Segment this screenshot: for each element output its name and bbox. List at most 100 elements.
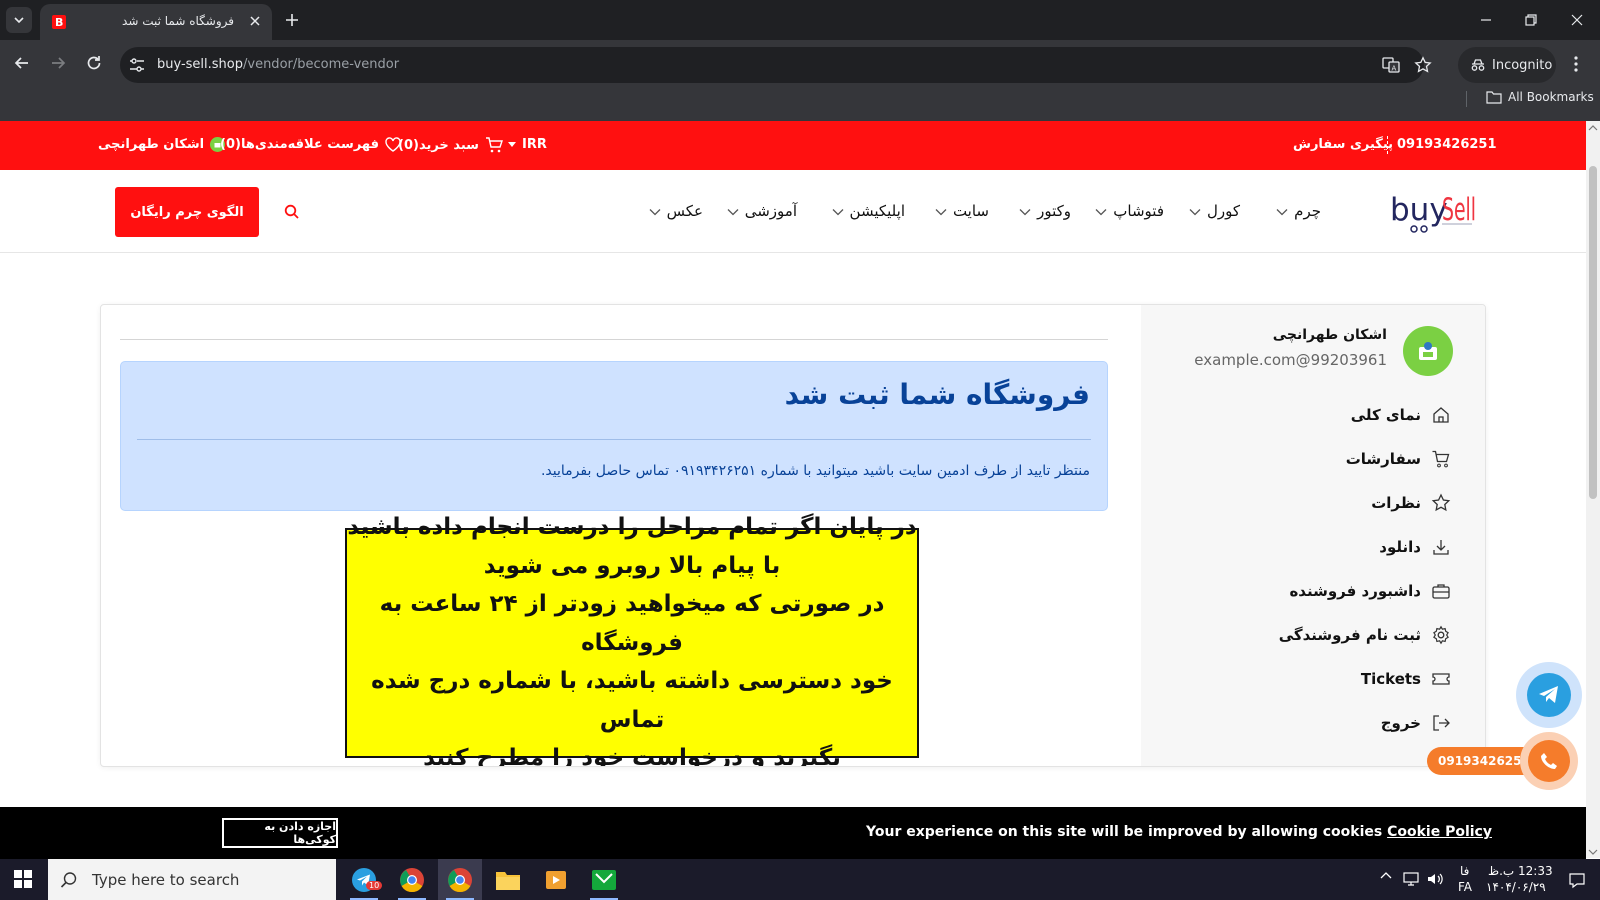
telegram-badge: 10 bbox=[366, 881, 383, 890]
currency-label: IRR bbox=[522, 137, 547, 152]
telegram-button-inner bbox=[1527, 673, 1571, 717]
cookie-policy-link[interactable]: Cookie Policy bbox=[1387, 824, 1492, 840]
telegram-button[interactable] bbox=[1516, 662, 1582, 728]
nav-item-education[interactable]: آموزشی bbox=[727, 202, 797, 220]
incognito-indicator[interactable]: Incognito bbox=[1458, 47, 1556, 83]
nav-item-photoshop[interactable]: فتوشاپ bbox=[1095, 202, 1164, 220]
note-line: خود دسترسی داشته باشید، با شماره درج شده… bbox=[371, 668, 893, 733]
gear-icon bbox=[1433, 625, 1449, 645]
sidebar-item-label: Tickets bbox=[1360, 670, 1421, 688]
chrome-icon bbox=[400, 867, 424, 892]
sidebar-item-label: داشبورد فروشنده bbox=[1289, 582, 1421, 600]
forward-icon[interactable] bbox=[48, 53, 68, 73]
sidebar-item-vendor-dashboard[interactable]: داشبورد فروشنده bbox=[1289, 581, 1451, 601]
chevron-down-icon bbox=[1019, 209, 1031, 216]
taskbar-media-player[interactable] bbox=[534, 859, 578, 900]
nav-item-corel[interactable]: کورل bbox=[1189, 202, 1240, 220]
cart-icon bbox=[485, 137, 503, 153]
site-header: buy Sell چرم کورل فتوشاپ وکتور سایت اپلی… bbox=[0, 170, 1600, 253]
windows-start-icon[interactable] bbox=[14, 870, 32, 888]
sidebar-item-label: نظرات bbox=[1371, 494, 1421, 512]
incognito-icon bbox=[1471, 59, 1485, 71]
nav-label: فتوشاپ bbox=[1113, 202, 1164, 220]
nav-item-leather[interactable]: چرم bbox=[1276, 202, 1321, 220]
note-line: با پیام بالا روبرو می شوید bbox=[483, 552, 781, 579]
call-button[interactable] bbox=[1520, 732, 1578, 790]
browser-toolbar: buy-sell.shop/vendor/become-vendor A Inc… bbox=[0, 40, 1600, 126]
scrollbar-thumb[interactable] bbox=[1589, 166, 1597, 499]
back-icon[interactable] bbox=[12, 53, 32, 73]
success-alert: فروشگاه شما ثبت شد منتظر تایید از طرف اد… bbox=[120, 361, 1108, 511]
taskbar-search[interactable]: Type here to search bbox=[48, 859, 336, 900]
sidebar-item-downloads[interactable]: دانلود bbox=[1379, 537, 1451, 557]
scroll-up-icon[interactable] bbox=[1588, 124, 1598, 132]
sidebar-item-overview[interactable]: نمای کلی bbox=[1351, 405, 1451, 425]
nav-item-website[interactable]: سایت bbox=[935, 202, 989, 220]
note-line: بگیرید و درخواست خود را مطرح کنید bbox=[423, 745, 841, 767]
close-tab-icon[interactable] bbox=[248, 14, 262, 28]
scroll-down-icon[interactable] bbox=[1588, 848, 1598, 856]
topbar-user[interactable]: اشکان طهرانچی bbox=[98, 137, 226, 152]
tab-search-button[interactable] bbox=[6, 7, 32, 33]
taskbar-green-app[interactable] bbox=[582, 859, 626, 900]
download-icon bbox=[1433, 540, 1449, 555]
sidebar-item-label: سفارشات bbox=[1345, 450, 1421, 468]
sidebar-item-label: خروج bbox=[1380, 714, 1421, 732]
bookmarks-separator bbox=[1466, 91, 1467, 107]
cart-link[interactable]: سبد خرید(0) bbox=[398, 137, 503, 153]
clock-date[interactable]: ۱۴۰۴/۰۶/۲۹ bbox=[1486, 880, 1546, 894]
language-indicator[interactable]: FA bbox=[1458, 880, 1472, 894]
taskbar-telegram[interactable]: 10 bbox=[342, 859, 386, 900]
nav-label: آموزشی bbox=[744, 202, 797, 220]
restore-icon[interactable] bbox=[1523, 12, 1539, 28]
telegram-icon bbox=[1539, 686, 1558, 703]
cookie-text: Your experience on this site will be imp… bbox=[866, 824, 1492, 840]
chevron-down-icon bbox=[1095, 209, 1107, 216]
currency-switcher[interactable]: IRR bbox=[508, 137, 547, 152]
nav-item-vector[interactable]: وکتور bbox=[1019, 202, 1071, 220]
bookmark-star-icon[interactable] bbox=[1414, 56, 1432, 74]
language-indicator-persian[interactable]: فا bbox=[1460, 864, 1469, 878]
taskbar-chrome-profile[interactable] bbox=[390, 859, 434, 900]
free-leather-pattern-button[interactable]: الگوی چرم رایگان bbox=[115, 187, 259, 237]
minimize-icon[interactable] bbox=[1478, 12, 1494, 28]
tray-chevron-up-icon[interactable] bbox=[1380, 871, 1392, 881]
browser-tab[interactable]: B فروشگاه شما ثبت شد bbox=[40, 4, 272, 40]
notification-center-icon[interactable] bbox=[1568, 871, 1586, 889]
allow-cookies-button[interactable]: اجازه دادن به کوکی‌ها bbox=[222, 818, 338, 848]
sidebar-item-logout[interactable]: خروج bbox=[1381, 713, 1451, 733]
site-logo[interactable]: buy Sell bbox=[1390, 190, 1476, 234]
wishlist-link[interactable]: فهرست علاقه‌مندی‌ها(0) bbox=[220, 137, 401, 152]
chevron-down-icon bbox=[727, 209, 739, 216]
new-tab-icon[interactable] bbox=[283, 11, 301, 29]
incognito-label: Incognito bbox=[1492, 57, 1553, 73]
user-email: example.com@99203961 bbox=[1194, 351, 1387, 369]
chevron-down-icon bbox=[935, 209, 947, 216]
order-tracking-link[interactable]: پیگیری سفارش bbox=[1293, 137, 1393, 152]
reload-icon[interactable] bbox=[84, 53, 104, 73]
clock-time[interactable]: 12:33 ب.ظ bbox=[1488, 864, 1553, 878]
topbar-phone[interactable]: 09193426251 bbox=[1397, 137, 1497, 152]
search-icon[interactable] bbox=[284, 204, 300, 220]
sidebar-item-vendor-registration[interactable]: ثبت نام فروشندگی bbox=[1279, 625, 1451, 645]
alert-divider bbox=[137, 439, 1091, 440]
nav-label: چرم bbox=[1294, 202, 1321, 220]
sidebar-item-reviews[interactable]: نظرات bbox=[1371, 493, 1451, 513]
avatar bbox=[1403, 326, 1453, 376]
close-window-icon[interactable] bbox=[1569, 12, 1585, 28]
nav-item-application[interactable]: اپلیکیشن bbox=[832, 202, 905, 220]
nav-item-photo[interactable]: عکس bbox=[649, 202, 703, 220]
sidebar-item-tickets[interactable]: Tickets bbox=[1361, 669, 1451, 689]
address-bar[interactable]: buy-sell.shop/vendor/become-vendor A bbox=[120, 47, 1432, 83]
svg-text:B: B bbox=[55, 16, 63, 29]
cart-icon bbox=[1432, 450, 1450, 468]
volume-icon[interactable] bbox=[1426, 871, 1444, 887]
translate-icon[interactable]: A bbox=[1382, 56, 1400, 74]
taskbar-file-explorer[interactable] bbox=[486, 859, 530, 900]
sidebar-item-orders[interactable]: سفارشات bbox=[1346, 449, 1451, 469]
site-settings-icon[interactable] bbox=[128, 56, 146, 74]
browser-menu-icon[interactable] bbox=[1572, 54, 1580, 74]
all-bookmarks-button[interactable]: All Bookmarks bbox=[1486, 90, 1594, 104]
network-icon[interactable] bbox=[1402, 871, 1420, 887]
taskbar-chrome-active[interactable] bbox=[438, 859, 482, 900]
